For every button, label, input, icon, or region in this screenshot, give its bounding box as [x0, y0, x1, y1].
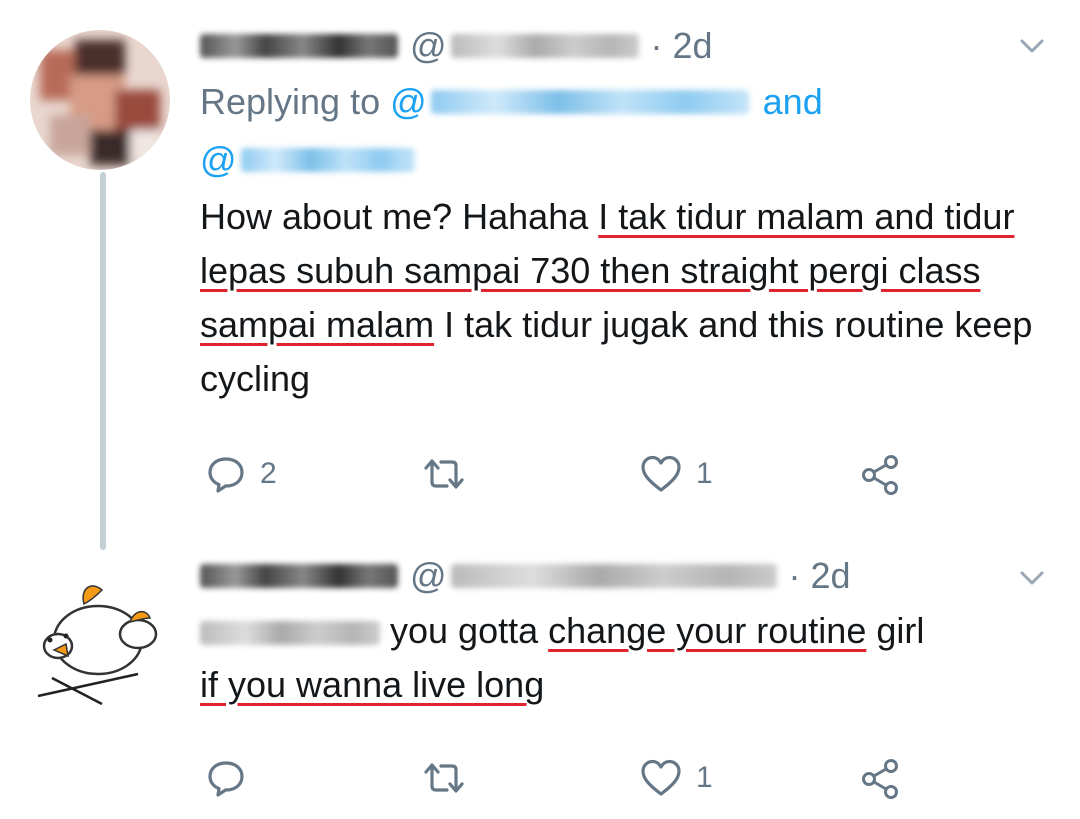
mention-redacted[interactable]	[430, 90, 749, 114]
tweet-text: you gotta change your routine girl if yo…	[200, 604, 1040, 712]
author-handle-redacted[interactable]	[450, 34, 639, 58]
author-handle-prefix[interactable]: @	[410, 555, 447, 597]
like-button[interactable]: 1	[640, 454, 713, 494]
like-button[interactable]: 1	[640, 758, 713, 798]
replying-and: and	[762, 81, 823, 122]
like-icon	[641, 759, 681, 796]
underlined-text: change your routine	[548, 610, 867, 651]
author-handle-prefix[interactable]: @	[410, 25, 447, 67]
share-icon	[862, 759, 898, 799]
reply-icon	[208, 457, 244, 493]
tweet-text: How about me? Hahaha I tak tidur malam a…	[200, 190, 1040, 406]
author-name-redacted[interactable]	[200, 564, 398, 588]
like-count: 1	[696, 457, 713, 490]
chevron-down-icon[interactable]	[1018, 32, 1046, 60]
tweet-time[interactable]: · 2d	[789, 555, 851, 597]
reply-count: 2	[260, 457, 277, 490]
author-name-redacted[interactable]	[200, 34, 398, 58]
tweet-actions: 1	[200, 758, 920, 800]
mention-at[interactable]: @	[390, 81, 427, 123]
mention-redacted-2[interactable]	[240, 148, 415, 172]
underlined-text: if you wanna live long	[200, 664, 545, 705]
replying-to: Replying to @ and	[200, 80, 823, 124]
tweet-time[interactable]: · 2d	[651, 25, 713, 67]
share-button[interactable]	[860, 454, 902, 496]
replying-to-second: @	[200, 138, 415, 182]
avatar-image	[30, 30, 170, 170]
retweet-icon	[424, 459, 464, 489]
like-icon	[641, 455, 681, 492]
reply-button[interactable]	[206, 758, 260, 798]
reply-button[interactable]: 2	[206, 454, 277, 494]
text-part: girl	[866, 610, 925, 651]
reply-icon	[208, 761, 244, 797]
avatar[interactable]	[30, 570, 170, 710]
share-button[interactable]	[860, 758, 902, 800]
share-icon	[862, 455, 898, 495]
avatar-image	[30, 570, 170, 710]
text-part: How about me? Hahaha	[200, 196, 599, 237]
like-count: 1	[696, 761, 713, 794]
retweet-button[interactable]	[420, 454, 482, 494]
chevron-down-icon[interactable]	[1018, 564, 1046, 592]
mention-at-2[interactable]: @	[200, 139, 237, 181]
text-part: you gotta	[380, 610, 549, 651]
retweet-icon	[424, 763, 464, 793]
author-handle-redacted[interactable]	[450, 564, 777, 588]
avatar[interactable]	[30, 30, 170, 170]
retweet-button[interactable]	[420, 758, 482, 798]
tweet-header: @ · 2d	[200, 24, 713, 68]
tweet-header: @ · 2d	[200, 554, 851, 598]
tweet-actions: 2 1	[200, 454, 920, 496]
replying-to-label: Replying to	[200, 81, 381, 122]
mention-redacted[interactable]	[200, 621, 380, 646]
thread-line	[100, 172, 106, 550]
